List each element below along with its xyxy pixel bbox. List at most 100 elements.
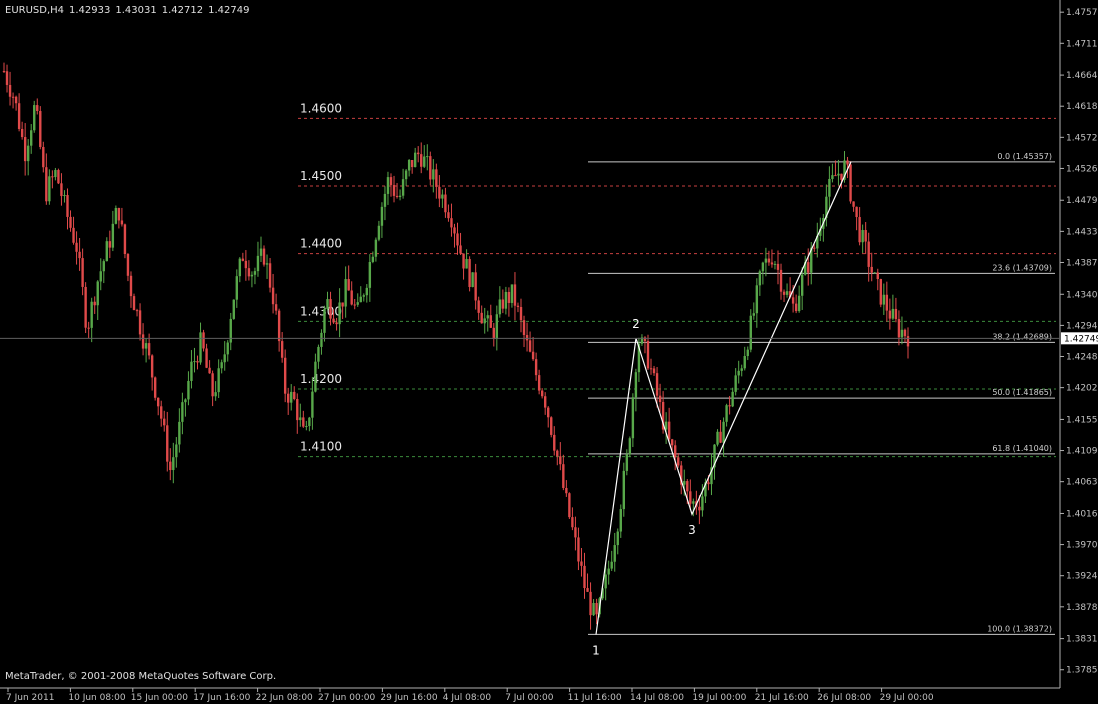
candle-body — [492, 327, 495, 339]
candle-body — [749, 315, 752, 350]
candle-body — [719, 431, 722, 443]
candle-body — [906, 336, 910, 347]
candle-body — [613, 545, 616, 562]
fib-level-label: 50.0 (1.41865) — [992, 388, 1052, 397]
candle-body — [380, 206, 384, 226]
candle-body — [220, 362, 223, 369]
candle-body — [265, 263, 269, 265]
candle-body — [510, 284, 514, 303]
candle-body — [90, 301, 93, 328]
y-tick-label: 1.46640 — [1066, 71, 1098, 81]
candle-body — [743, 356, 746, 369]
candle-body — [534, 359, 538, 376]
x-tick-label: 17 Jun 16:00 — [193, 693, 250, 703]
candle-body — [129, 275, 133, 297]
candle-body — [797, 295, 801, 312]
candle-body — [604, 574, 607, 589]
candle-body — [401, 179, 405, 196]
candle-body — [368, 261, 372, 288]
candle-body — [184, 399, 187, 403]
candle-body — [99, 271, 102, 282]
candle-body — [870, 266, 873, 273]
candle-body — [447, 212, 450, 219]
candle-body — [11, 96, 15, 98]
candle-body — [426, 156, 429, 158]
candle-body — [217, 368, 220, 393]
high-value: 1.43031 — [115, 5, 157, 16]
candle-body — [413, 152, 417, 168]
candle-body — [834, 175, 837, 177]
candle-body — [362, 295, 365, 297]
wave-point-label: 3 — [688, 523, 696, 537]
candle-body — [831, 175, 834, 179]
candle-body — [776, 263, 780, 270]
candle-body — [498, 299, 502, 315]
candle-body — [93, 301, 96, 306]
candle-body — [879, 279, 882, 305]
chart-window[interactable]: 1.4600 1.4500 1.4400 1.4300 1.4200 1.4100 0.0 … — [0, 0, 1098, 704]
candle-body — [513, 284, 517, 306]
candle-body — [837, 173, 840, 176]
candle-body — [540, 390, 544, 397]
candle-body — [181, 402, 184, 422]
candle-body — [60, 183, 63, 197]
candle-body — [528, 340, 532, 352]
candle-body — [305, 426, 308, 428]
fib-level-label: 23.6 (1.43709) — [992, 263, 1052, 272]
low-value: 1.42712 — [161, 5, 204, 16]
candle-body — [828, 178, 831, 197]
candle-body — [238, 258, 242, 277]
candle-body — [903, 329, 907, 337]
x-tick-label: 21 Jul 16:00 — [755, 693, 809, 703]
candle-body — [855, 206, 858, 218]
candle-body — [807, 262, 810, 273]
candle-body — [326, 299, 329, 309]
candle-body — [156, 397, 160, 407]
candle-body — [175, 444, 178, 458]
candle-body — [404, 170, 408, 180]
x-tick-label: 29 Jun 16:00 — [380, 693, 437, 703]
candle-body — [480, 312, 483, 324]
candle-body — [840, 173, 843, 180]
candle-body — [873, 272, 876, 274]
candle-body — [229, 318, 232, 343]
candle-body — [398, 195, 402, 197]
y-tick-label: 1.47110 — [1066, 39, 1098, 49]
y-tick-label: 1.46180 — [1066, 102, 1098, 112]
candle-body — [667, 421, 671, 440]
candle-body — [444, 194, 447, 213]
candle-body — [356, 302, 359, 305]
candle-body — [553, 434, 556, 451]
candle-body — [108, 241, 112, 248]
y-tick-label: 1.44790 — [1066, 196, 1098, 206]
candle-body — [607, 568, 610, 575]
candle-body — [163, 418, 166, 426]
candle-body — [392, 185, 396, 196]
candlestick-chart[interactable]: 1.4600 1.4500 1.4400 1.4300 1.4200 1.4100 0.0 … — [0, 0, 1098, 704]
fib-level-label: 0.0 (1.45357) — [997, 152, 1052, 161]
candle-body — [105, 241, 108, 262]
candle-body — [123, 224, 127, 255]
candle-body — [193, 361, 196, 363]
candle-body — [262, 248, 266, 265]
y-tick-label: 1.39700 — [1066, 541, 1098, 551]
symbol-label: EURUSD,H4 — [5, 5, 65, 16]
candle-body — [72, 227, 75, 243]
candle-body — [435, 169, 438, 187]
x-tick-label: 19 Jul 00:00 — [692, 693, 746, 703]
candle-body — [26, 145, 30, 162]
candle-body — [652, 368, 656, 374]
candle-body — [432, 169, 435, 180]
candle-body — [277, 310, 281, 342]
candle-body — [773, 263, 777, 265]
candle-body — [36, 105, 39, 112]
candle-body — [299, 417, 302, 421]
candle-body — [141, 334, 145, 349]
candle-body — [568, 493, 571, 518]
candle-body — [746, 349, 749, 357]
candle-body — [87, 327, 90, 329]
candle-body — [226, 342, 229, 355]
candle-body — [438, 186, 441, 199]
candle-body — [341, 302, 344, 307]
candle-body — [417, 152, 420, 155]
